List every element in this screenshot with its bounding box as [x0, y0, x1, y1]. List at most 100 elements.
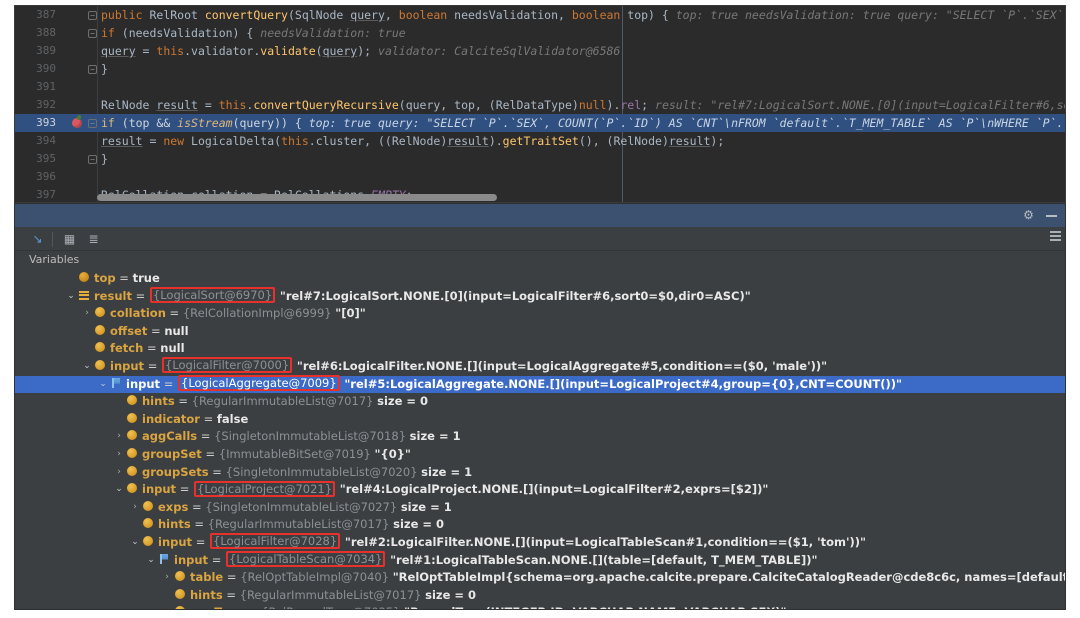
variable-row[interactable]: ⌄ input = {LogicalFilter@7000} "rel#6:Log… — [15, 357, 1065, 376]
code-line[interactable]: 390 − } — [15, 60, 1065, 78]
variable-row[interactable]: fetch = null — [15, 340, 1065, 358]
view-as-table-icon[interactable]: ▦ — [61, 231, 78, 248]
code-fold-icon[interactable]: − — [88, 29, 97, 38]
variable-value: true — [132, 271, 160, 285]
variable-row[interactable]: ⌄ input = {LogicalTableScan@7034} "rel#1:… — [15, 551, 1065, 570]
variable-row[interactable]: › exps = {SingletonImmutableList@7027} si… — [15, 499, 1065, 517]
chevron-down-icon[interactable]: ⌄ — [81, 358, 93, 376]
field-icon — [125, 447, 139, 459]
chevron-right-icon[interactable]: › — [113, 464, 125, 482]
flag-icon — [157, 553, 171, 565]
code-editor[interactable]: 387− public RelRoot convertQuery(SqlNode … — [14, 5, 1066, 203]
variable-row[interactable]: › aggCalls = {SingletonImmutableList@7018… — [15, 428, 1065, 446]
variable-name: rowType — [190, 605, 244, 609]
code-line[interactable]: 396 — [15, 168, 1065, 186]
variable-row[interactable]: hints = {RegularImmutableList@7017} size… — [15, 587, 1065, 605]
debugger-toolbar: ↘ ▦ ≣ — [15, 227, 1065, 251]
object-ref: {RegularImmutableList@7017} — [191, 394, 374, 409]
code-line[interactable]: 392 RelNode result = this.convertQueryRe… — [15, 96, 1065, 114]
variables-tree[interactable]: top = true ⌄ result = {LogicalSort@6970} "… — [15, 270, 1065, 609]
field-icon — [125, 430, 139, 441]
variable-name: collation — [110, 306, 166, 321]
variable-row[interactable]: › rowType = {RelRecordType@7035} "RecordT… — [15, 604, 1065, 609]
field-icon — [125, 395, 139, 406]
equals-sign: = — [192, 534, 209, 549]
variable-row[interactable]: › table = {RelOptTableImpl@7040} "RelOptT… — [15, 569, 1065, 587]
code-line[interactable]: 391 — [15, 78, 1065, 96]
variable-row[interactable]: › groupSet = {ImmutableBitSet@7019} "{0}" — [15, 446, 1065, 464]
field-icon — [141, 500, 155, 512]
variable-name: exps — [158, 499, 189, 514]
variable-value: false — [216, 411, 249, 426]
variable-row[interactable]: offset = null — [15, 323, 1065, 341]
object-ref: {RegularImmutableList@7017} — [207, 517, 390, 532]
code-fold-icon[interactable]: − — [88, 65, 97, 74]
variable-row[interactable]: ⌄ input = {LogicalProject@7021} "rel#4:Lo… — [15, 480, 1065, 499]
line-number: 394 — [36, 134, 56, 147]
equals-sign: = — [208, 552, 225, 567]
field-icon — [173, 606, 187, 609]
object-ref: {SingletonImmutableList@7027} — [205, 499, 398, 514]
collection-size: size = 1 — [421, 464, 473, 479]
variable-name: hints — [190, 587, 223, 602]
evaluate-expression-icon[interactable]: ↘ — [29, 231, 46, 248]
object-ref-highlighted: {LogicalFilter@7028} — [210, 533, 341, 550]
chevron-right-icon[interactable]: › — [81, 305, 93, 323]
code-line[interactable]: 394 result = new LogicalDelta(this.clust… — [15, 132, 1065, 150]
variable-row[interactable]: indicator = false — [15, 411, 1065, 429]
variable-name: aggCalls — [142, 429, 198, 444]
code-line[interactable]: 388 − if (needsValidation) { needsValidat… — [15, 24, 1065, 42]
chevron-right-icon[interactable]: › — [113, 446, 125, 464]
variable-row[interactable]: top = true — [15, 270, 1065, 288]
chevron-down-icon[interactable]: ⌄ — [113, 481, 125, 499]
field-icon — [93, 307, 107, 318]
object-ref: {RelCollationImpl@6999} — [182, 306, 332, 321]
chevron-down-icon[interactable]: ⌄ — [145, 552, 157, 570]
code-fold-icon[interactable]: − — [88, 155, 97, 164]
chevron-down-icon[interactable]: ⌄ — [97, 376, 109, 394]
breakpoint-icon[interactable] — [72, 118, 82, 128]
chevron-right-icon[interactable]: › — [161, 569, 173, 587]
code-text: } — [101, 152, 108, 166]
variable-row[interactable]: ⌄ result = {LogicalSort@6970} "rel#7:Logi… — [15, 287, 1065, 306]
line-number: 392 — [36, 98, 56, 111]
variable-value: "rel#4:LogicalProject.NONE.[](input=Logi… — [339, 482, 769, 497]
equals-sign: = — [165, 306, 183, 321]
variable-value: "rel#5:LogicalAggregate.NONE.[](input=Lo… — [344, 376, 902, 391]
editor-horizontal-scrollbar[interactable] — [97, 194, 1065, 201]
code-fold-icon[interactable]: − — [88, 119, 97, 128]
variables-vertical-scrollbar[interactable] — [1055, 270, 1064, 607]
code-text: if (top && isStream(query)) { top: true … — [101, 116, 1065, 130]
field-icon — [125, 412, 139, 424]
code-line[interactable]: 389 query = this.validator.validate(quer… — [15, 42, 1065, 60]
object-ref-highlighted: {LogicalSort@6970} — [149, 287, 276, 304]
chevron-down-icon[interactable]: ⌄ — [129, 534, 141, 552]
code-line[interactable]: 387 − public RelRoot convertQuery(SqlNode … — [15, 6, 1065, 24]
variable-value: null — [164, 323, 189, 338]
sort-values-icon[interactable]: ≣ — [85, 231, 102, 248]
variable-row[interactable]: hints = {RegularImmutableList@7017} size… — [15, 516, 1065, 534]
variable-row[interactable]: ⌄ input = {LogicalFilter@7028} "rel#2:Log… — [15, 533, 1065, 552]
equals-sign: = — [244, 605, 261, 609]
chevron-right-icon[interactable]: › — [129, 499, 141, 517]
minimize-icon[interactable] — [1046, 215, 1057, 217]
variable-row[interactable]: › collation = {RelCollationImpl@6999} "[0… — [15, 305, 1065, 323]
variable-row[interactable]: › groupSets = {SingletonImmutableList@702… — [15, 464, 1065, 482]
panel-options-icon[interactable] — [1050, 231, 1061, 243]
variable-name: input — [126, 376, 161, 391]
chevron-right-icon[interactable]: › — [161, 604, 173, 609]
code-line[interactable]: 393 − if (top && isStream(query)) { top: … — [15, 114, 1065, 132]
code-fold-icon[interactable]: − — [88, 11, 97, 20]
code-text: result = new LogicalDelta(this.cluster, … — [101, 134, 725, 148]
variable-row[interactable]: ⌄ input = {LogicalAggregate@7009} "rel#5:… — [15, 375, 1065, 394]
variables-tab-row: Variables — [15, 251, 1065, 270]
code-line[interactable]: 395 − } — [15, 150, 1065, 168]
variable-row[interactable]: hints = {RegularImmutableList@7017} size… — [15, 393, 1065, 411]
gear-icon[interactable]: ⚙ — [1022, 209, 1035, 222]
chevron-right-icon[interactable]: › — [113, 428, 125, 446]
equals-sign: = — [222, 587, 240, 602]
object-ref: {RegularImmutableList@7017} — [239, 587, 422, 602]
tab-variables[interactable]: Variables — [29, 253, 79, 266]
code-text: RelNode result = this.convertQueryRecurs… — [101, 98, 1065, 112]
chevron-down-icon[interactable]: ⌄ — [65, 288, 77, 306]
